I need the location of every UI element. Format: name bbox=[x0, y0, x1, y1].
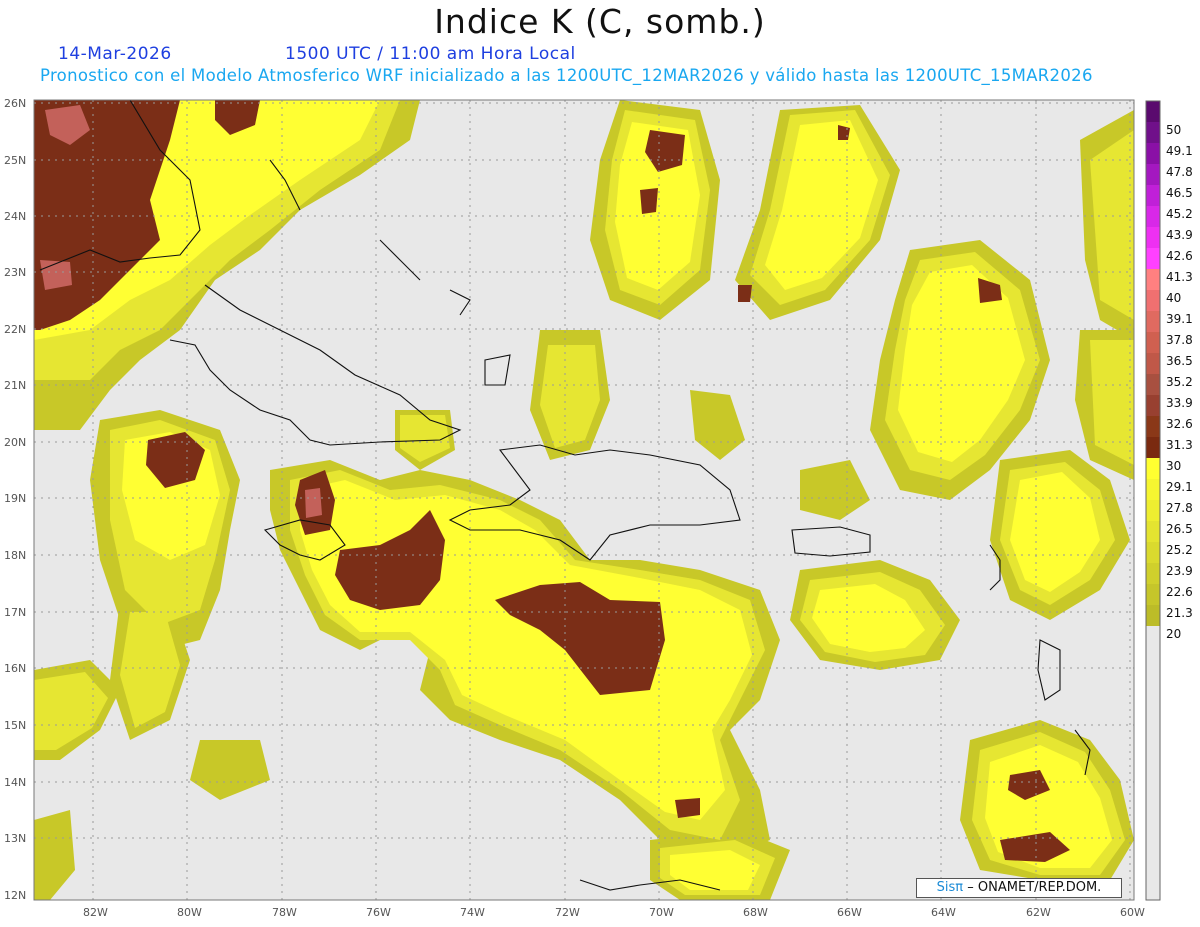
colorbar-label: 23.9 bbox=[1166, 564, 1193, 578]
credit-text: – ONAMET/REP.DOM. bbox=[967, 880, 1102, 895]
lon-label: 62W bbox=[1026, 906, 1051, 919]
lat-label: 20N bbox=[4, 436, 26, 449]
colorbar-swatch bbox=[1146, 500, 1160, 521]
colorbar-swatch bbox=[1146, 416, 1160, 437]
lat-label: 19N bbox=[4, 492, 26, 505]
longitude-axis: 82W 80W 78W 76W 74W 72W 70W 68W 66W 64W … bbox=[83, 906, 1145, 919]
colorbar-label: 47.8 bbox=[1166, 165, 1193, 179]
colorbar-label: 45.2 bbox=[1166, 207, 1193, 221]
colorbar-label: 20 bbox=[1166, 627, 1181, 641]
colorbar-label: 31.3 bbox=[1166, 438, 1193, 452]
lat-label: 21N bbox=[4, 379, 26, 392]
colorbar-label: 33.9 bbox=[1166, 396, 1193, 410]
lat-label: 24N bbox=[4, 210, 26, 223]
colorbar-swatch bbox=[1146, 374, 1160, 395]
lon-label: 60W bbox=[1120, 906, 1145, 919]
colorbar-label: 43.9 bbox=[1166, 228, 1193, 242]
colorbar-swatch bbox=[1146, 206, 1160, 227]
colorbar-label: 21.3 bbox=[1166, 606, 1193, 620]
colorbar-swatch bbox=[1146, 395, 1160, 416]
colorbar-label: 39.1 bbox=[1166, 312, 1193, 326]
lat-label: 18N bbox=[4, 549, 26, 562]
lat-label: 16N bbox=[4, 662, 26, 675]
colorbar: 50 49.1 47.8 46.5 45.2 43.9 42.6 41.3 40 39.1 37.8… bbox=[1145, 100, 1193, 901]
colorbar-swatch bbox=[1146, 311, 1160, 332]
colorbar-label: 46.5 bbox=[1166, 186, 1193, 200]
lat-label: 25N bbox=[4, 154, 26, 167]
colorbar-label: 40 bbox=[1166, 291, 1181, 305]
colorbar-label: 42.6 bbox=[1166, 249, 1193, 263]
lon-label: 80W bbox=[177, 906, 202, 919]
colorbar-swatch bbox=[1146, 269, 1160, 290]
lon-label: 82W bbox=[83, 906, 108, 919]
colorbar-swatch bbox=[1146, 143, 1160, 164]
lat-label: 23N bbox=[4, 266, 26, 279]
lat-label: 13N bbox=[4, 832, 26, 845]
credit-box: Sisπ – ONAMET/REP.DOM. bbox=[916, 878, 1122, 898]
lat-label: 26N bbox=[4, 97, 26, 110]
colorbar-swatch bbox=[1146, 458, 1160, 479]
colorbar-swatch bbox=[1146, 437, 1160, 458]
lat-label: 17N bbox=[4, 606, 26, 619]
colorbar-swatch bbox=[1146, 626, 1160, 900]
colorbar-swatch bbox=[1146, 332, 1160, 353]
colorbar-swatch bbox=[1146, 479, 1160, 500]
colorbar-label: 36.5 bbox=[1166, 354, 1193, 368]
colorbar-swatch bbox=[1146, 101, 1160, 122]
lon-label: 74W bbox=[460, 906, 485, 919]
colorbar-label: 29.1 bbox=[1166, 480, 1193, 494]
lon-label: 76W bbox=[366, 906, 391, 919]
colorbar-swatch bbox=[1146, 122, 1160, 143]
colorbar-swatch bbox=[1146, 521, 1160, 542]
colorbar-swatch bbox=[1146, 290, 1160, 311]
colorbar-swatch bbox=[1146, 584, 1160, 605]
colorbar-swatch bbox=[1146, 227, 1160, 248]
lat-label: 14N bbox=[4, 776, 26, 789]
lon-label: 68W bbox=[743, 906, 768, 919]
lat-label: 22N bbox=[4, 323, 26, 336]
k-index-map: 26N 25N 24N 23N 22N 21N 20N 19N 18N 17N … bbox=[4, 97, 1193, 919]
colorbar-swatch bbox=[1146, 542, 1160, 563]
lat-label: 12N bbox=[4, 889, 26, 902]
colorbar-label: 22.6 bbox=[1166, 585, 1193, 599]
colorbar-swatch bbox=[1146, 605, 1160, 626]
colorbar-label: 26.5 bbox=[1166, 522, 1193, 536]
sispi-logo: Sisπ bbox=[936, 880, 964, 895]
colorbar-swatch bbox=[1146, 563, 1160, 584]
colorbar-label: 27.8 bbox=[1166, 501, 1193, 515]
colorbar-label: 37.8 bbox=[1166, 333, 1193, 347]
colorbar-label: 35.2 bbox=[1166, 375, 1193, 389]
colorbar-label: 49.1 bbox=[1166, 144, 1193, 158]
lon-label: 72W bbox=[555, 906, 580, 919]
colorbar-label: 32.6 bbox=[1166, 417, 1193, 431]
latitude-axis: 26N 25N 24N 23N 22N 21N 20N 19N 18N 17N … bbox=[4, 97, 26, 902]
lon-label: 70W bbox=[649, 906, 674, 919]
lon-label: 78W bbox=[272, 906, 297, 919]
colorbar-label: 30 bbox=[1166, 459, 1181, 473]
colorbar-swatch bbox=[1146, 248, 1160, 269]
colorbar-swatch bbox=[1146, 185, 1160, 206]
lat-label: 15N bbox=[4, 719, 26, 732]
colorbar-swatch bbox=[1146, 353, 1160, 374]
colorbar-label: 41.3 bbox=[1166, 270, 1193, 284]
colorbar-swatch bbox=[1146, 164, 1160, 185]
lon-label: 64W bbox=[931, 906, 956, 919]
lon-label: 66W bbox=[837, 906, 862, 919]
colorbar-label: 50 bbox=[1166, 123, 1181, 137]
colorbar-label: 25.2 bbox=[1166, 543, 1193, 557]
